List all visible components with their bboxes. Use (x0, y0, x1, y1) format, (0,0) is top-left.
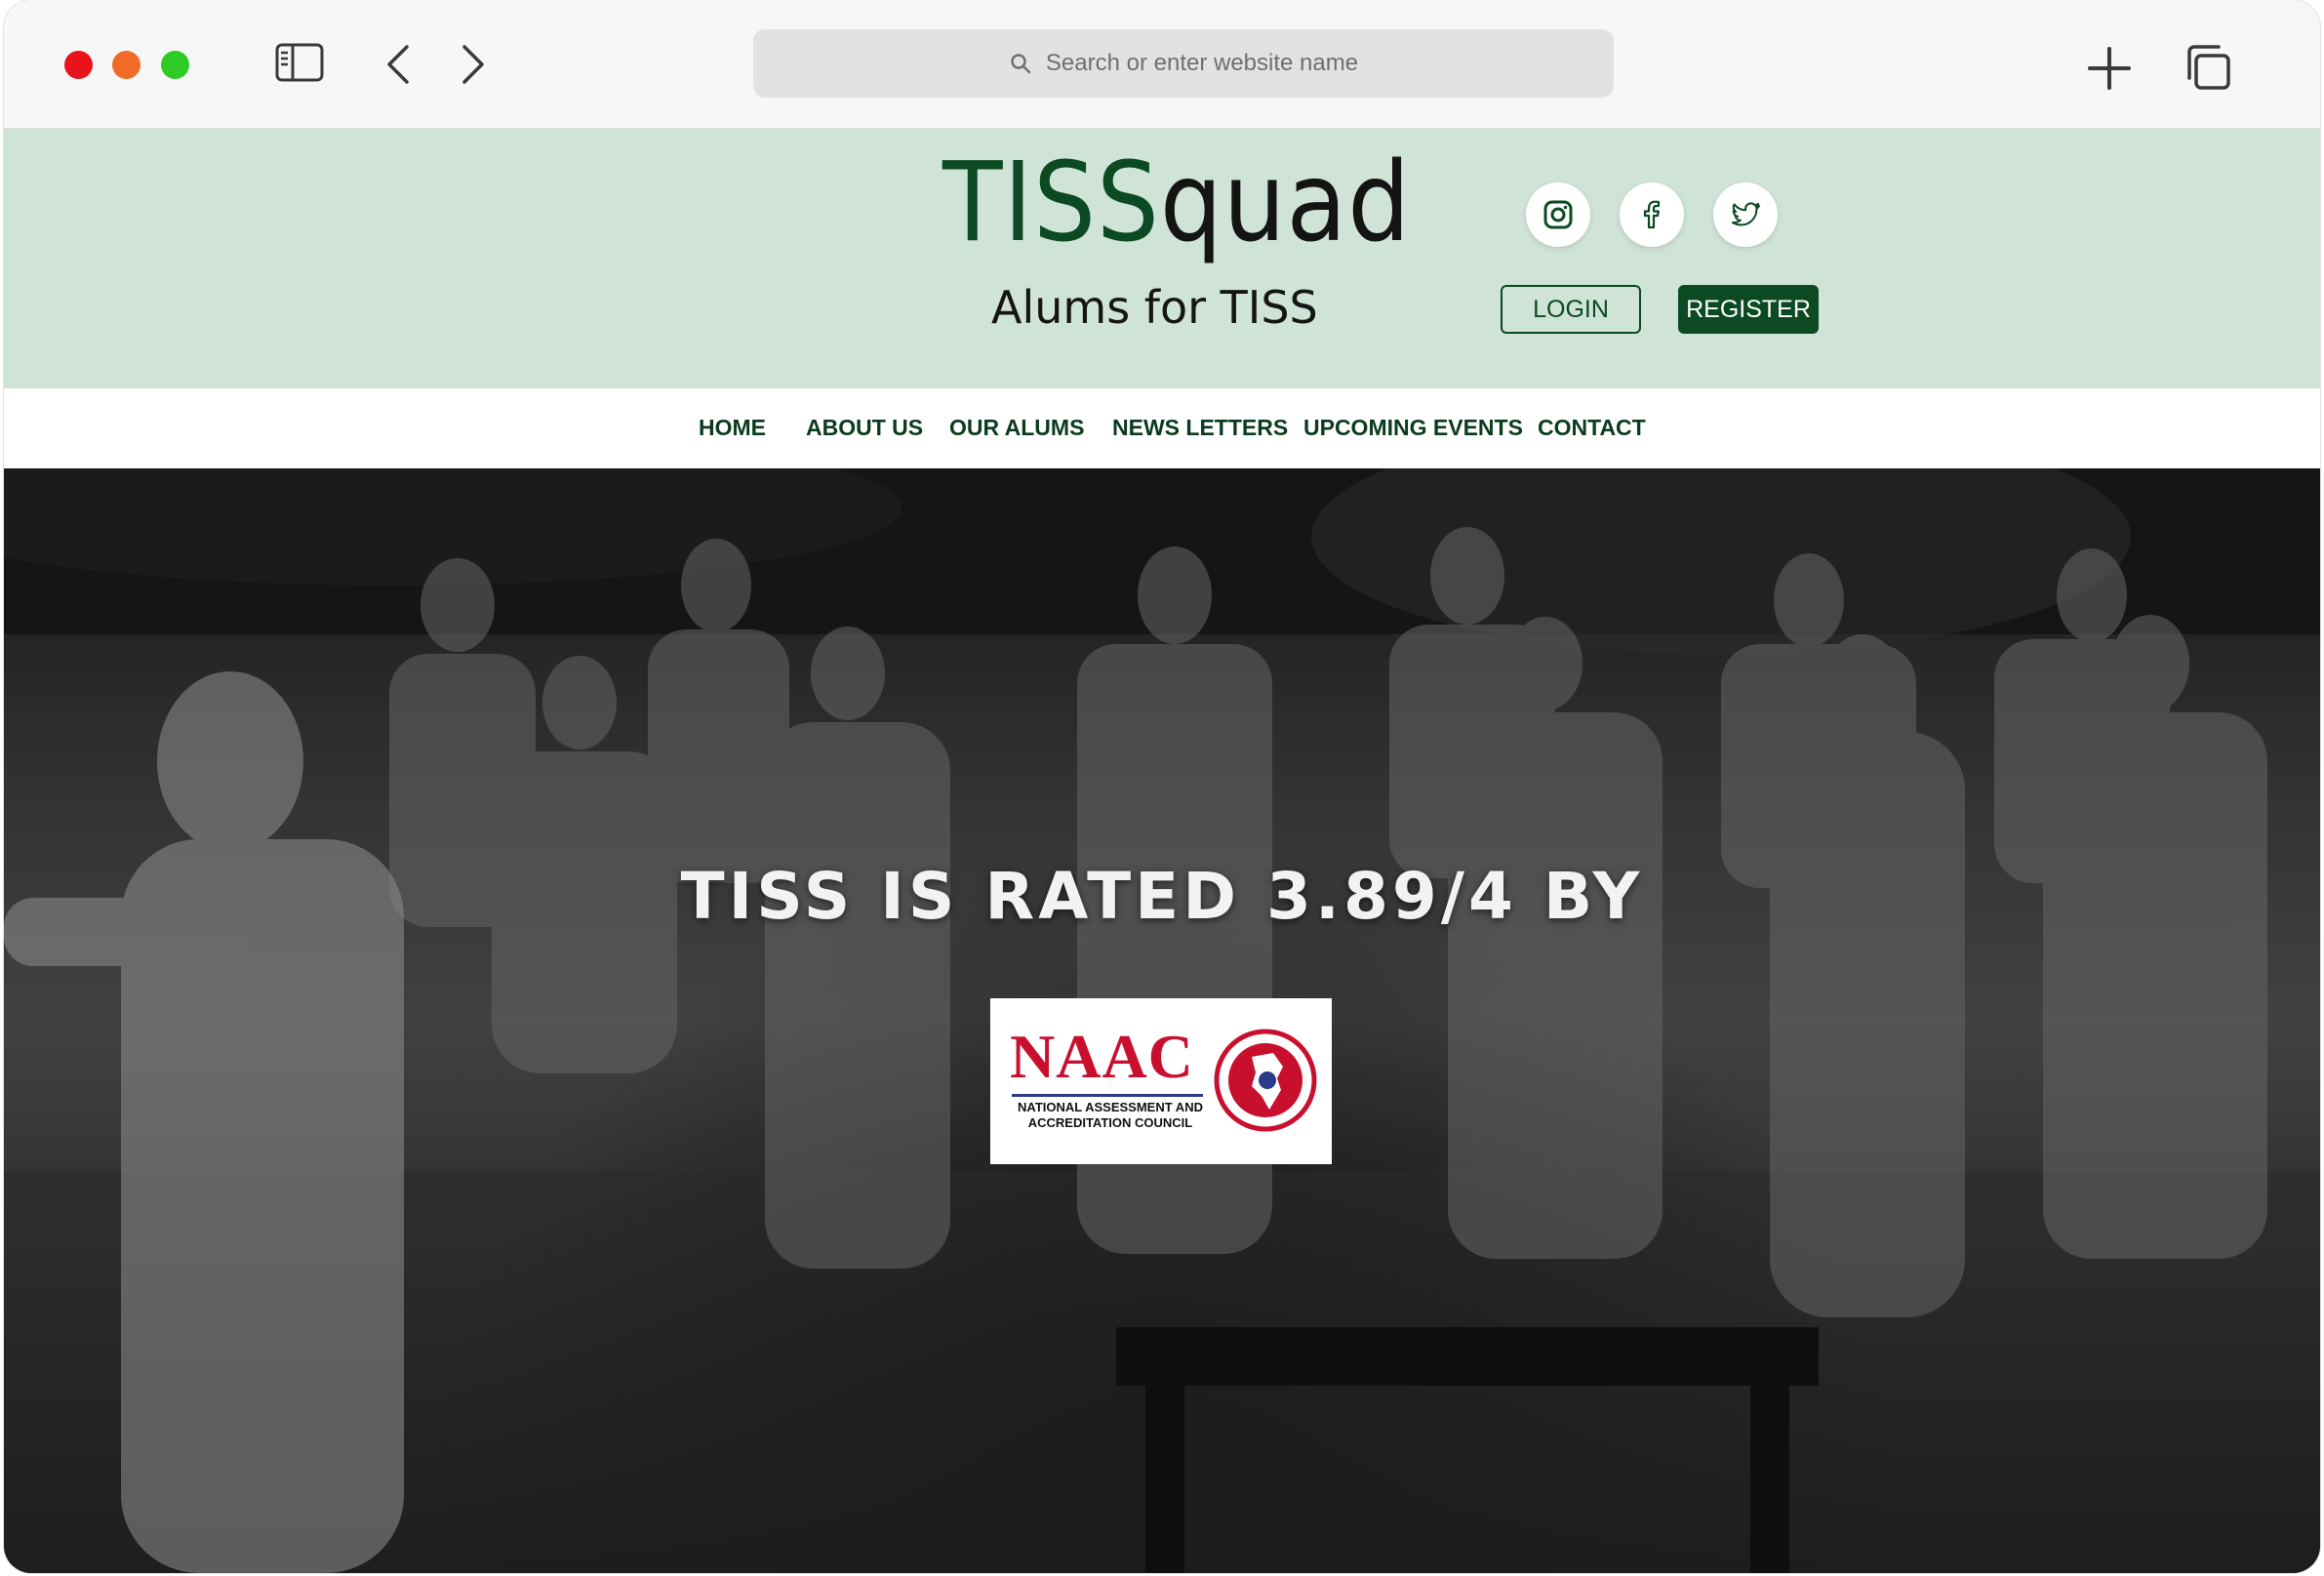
address-placeholder: Search or enter website name (1045, 50, 1359, 76)
sidebar-toggle-icon[interactable] (275, 43, 324, 82)
facebook-icon (1643, 200, 1661, 229)
back-arrow-icon[interactable] (381, 41, 417, 88)
twitter-link[interactable] (1713, 182, 1778, 247)
naac-badge: NAAC NATIONAL ASSESSMENT AND ACCREDITATI… (990, 998, 1332, 1164)
hero-title: TISS IS RATED 3.89/4 BY (680, 859, 1644, 934)
search-icon (1011, 54, 1031, 74)
browser-toolbar: Search or enter website name (4, 0, 2320, 129)
nav-item-home[interactable]: HOME (699, 415, 766, 441)
nav-item-upcoming-events[interactable]: UPCOMING EVENTS (1303, 415, 1523, 441)
logo-part-tiss: TISS (942, 140, 1160, 266)
maximize-window-button[interactable] (161, 51, 189, 79)
site-header: TISSquad Alums for TISS LOGIN REGISTER (4, 129, 2320, 388)
nav-item-about-us[interactable]: ABOUT US (806, 415, 923, 441)
browser-window: Search or enter website name TISSquad Al… (4, 0, 2320, 1573)
site-tagline: Alums for TISS (991, 281, 1318, 334)
nav-item-our-alums[interactable]: OUR ALUMS (949, 415, 1084, 441)
site-logo[interactable]: TISSquad (942, 148, 1411, 258)
minimize-window-button[interactable] (112, 51, 140, 79)
register-button[interactable]: REGISTER (1678, 285, 1819, 334)
naac-badge-subtitle: NATIONAL ASSESSMENT AND ACCREDITATION CO… (1018, 1100, 1203, 1130)
hero-banner: TISS IS RATED 3.89/4 BY NAAC NATIONAL AS… (4, 468, 2320, 1573)
facebook-link[interactable] (1620, 182, 1684, 247)
new-tab-plus-icon[interactable] (2086, 45, 2133, 92)
twitter-icon (1731, 202, 1761, 226)
logo-part-quad: quad (1159, 140, 1412, 266)
main-nav: HOME ABOUT US OUR ALUMS NEWS LETTERS UPC… (4, 388, 2320, 468)
address-bar[interactable]: Search or enter website name (753, 29, 1614, 98)
naac-badge-title: NAAC (1010, 1022, 1194, 1091)
forward-arrow-icon[interactable] (455, 41, 490, 88)
naac-seal-icon (1214, 1029, 1317, 1132)
login-button[interactable]: LOGIN (1501, 285, 1641, 334)
naac-divider (1012, 1094, 1203, 1097)
instagram-link[interactable] (1526, 182, 1590, 247)
nav-item-contact[interactable]: CONTACT (1538, 415, 1646, 441)
nav-item-news-letters[interactable]: NEWS LETTERS (1112, 415, 1288, 441)
instagram-icon (1543, 200, 1573, 229)
close-window-button[interactable] (64, 51, 93, 79)
tab-overview-icon[interactable] (2184, 43, 2232, 92)
